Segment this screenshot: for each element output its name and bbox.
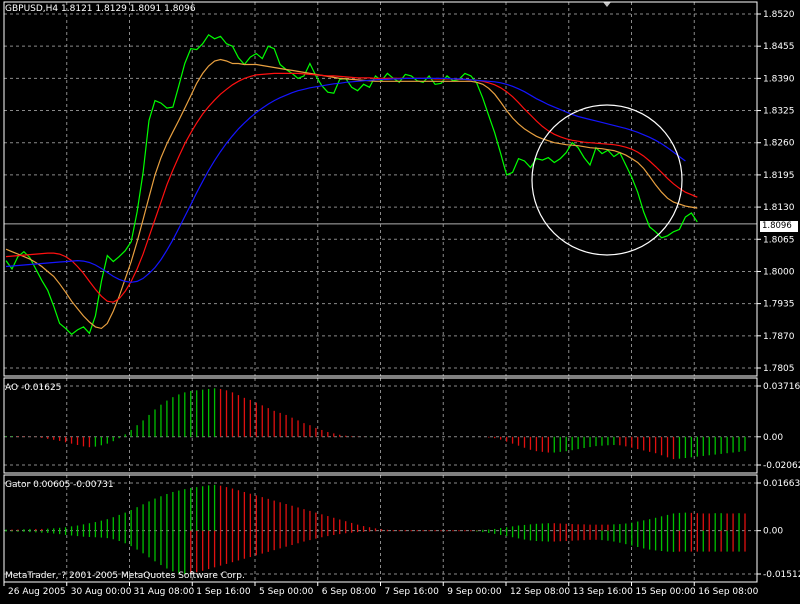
y-tick-label: 0.03716 (763, 382, 800, 392)
x-tick-label: 5 Sep 00:00 (259, 587, 314, 597)
x-tick-label: 12 Sep 08:00 (510, 587, 570, 597)
y-tick-label: 1.8260 (763, 139, 795, 149)
y-tick-label: 0.00 (763, 527, 783, 537)
y-tick-label: 1.8065 (763, 235, 795, 245)
ohlc-label: 1.8121 1.8129 1.8091 1.8096 (61, 4, 196, 14)
y-tick-label: 1.7870 (763, 332, 795, 342)
y-tick-label: 1.8195 (763, 171, 795, 181)
x-tick-label: 30 Aug 00:00 (71, 587, 132, 597)
x-tick-label: 31 Aug 08:00 (134, 587, 195, 597)
x-tick-label: 9 Sep 00:00 (447, 587, 502, 597)
x-tick-label: 16 Sep 08:00 (698, 587, 758, 597)
x-tick-label: 13 Sep 16:00 (573, 587, 633, 597)
chart-background (0, 0, 800, 600)
main-chart-header: GBPUSD,H4 1.8121 1.8129 1.8091 1.8096 (5, 4, 196, 14)
y-tick-label: 1.8000 (763, 267, 795, 277)
x-tick-label: 7 Sep 16:00 (385, 587, 440, 597)
y-tick-label: -0.01512 (763, 570, 800, 580)
x-tick-label: 26 Aug 2005 (8, 587, 66, 597)
y-tick-label: 1.8520 (763, 10, 795, 20)
y-tick-label: 1.8130 (763, 203, 795, 213)
current-price-badge: 1.8096 (760, 221, 798, 232)
x-tick-label: 15 Sep 00:00 (636, 587, 696, 597)
y-tick-label: 1.8325 (763, 107, 795, 117)
chart-window: 26 Aug 2005 30 Aug 00:00 31 Aug 08:00 1 Sep… (0, 0, 800, 600)
symbol-label: GBPUSD,H4 (5, 4, 59, 14)
chart-canvas[interactable]: 26 Aug 2005 30 Aug 00:00 31 Aug 08:00 1 Sep… (0, 0, 800, 600)
x-tick-label: 1 Sep 16:00 (196, 587, 251, 597)
y-tick-label: -0.02062 (763, 461, 800, 471)
y-tick-label: 0.01663 (763, 479, 800, 489)
x-tick-label: 6 Sep 08:00 (322, 587, 377, 597)
gator-header: Gator 0.00605 -0.00731 (5, 480, 114, 490)
y-tick-label: 1.7805 (763, 364, 795, 374)
y-tick-label: 1.8455 (763, 42, 795, 52)
y-tick-label: 1.8390 (763, 74, 795, 84)
ao-header: AO -0.01625 (5, 383, 62, 393)
copyright-text: MetaTrader, ? 2001-2005 MetaQuotes Softw… (5, 571, 245, 581)
y-tick-label: 0.00 (763, 433, 783, 443)
y-tick-label: 1.7935 (763, 300, 795, 310)
